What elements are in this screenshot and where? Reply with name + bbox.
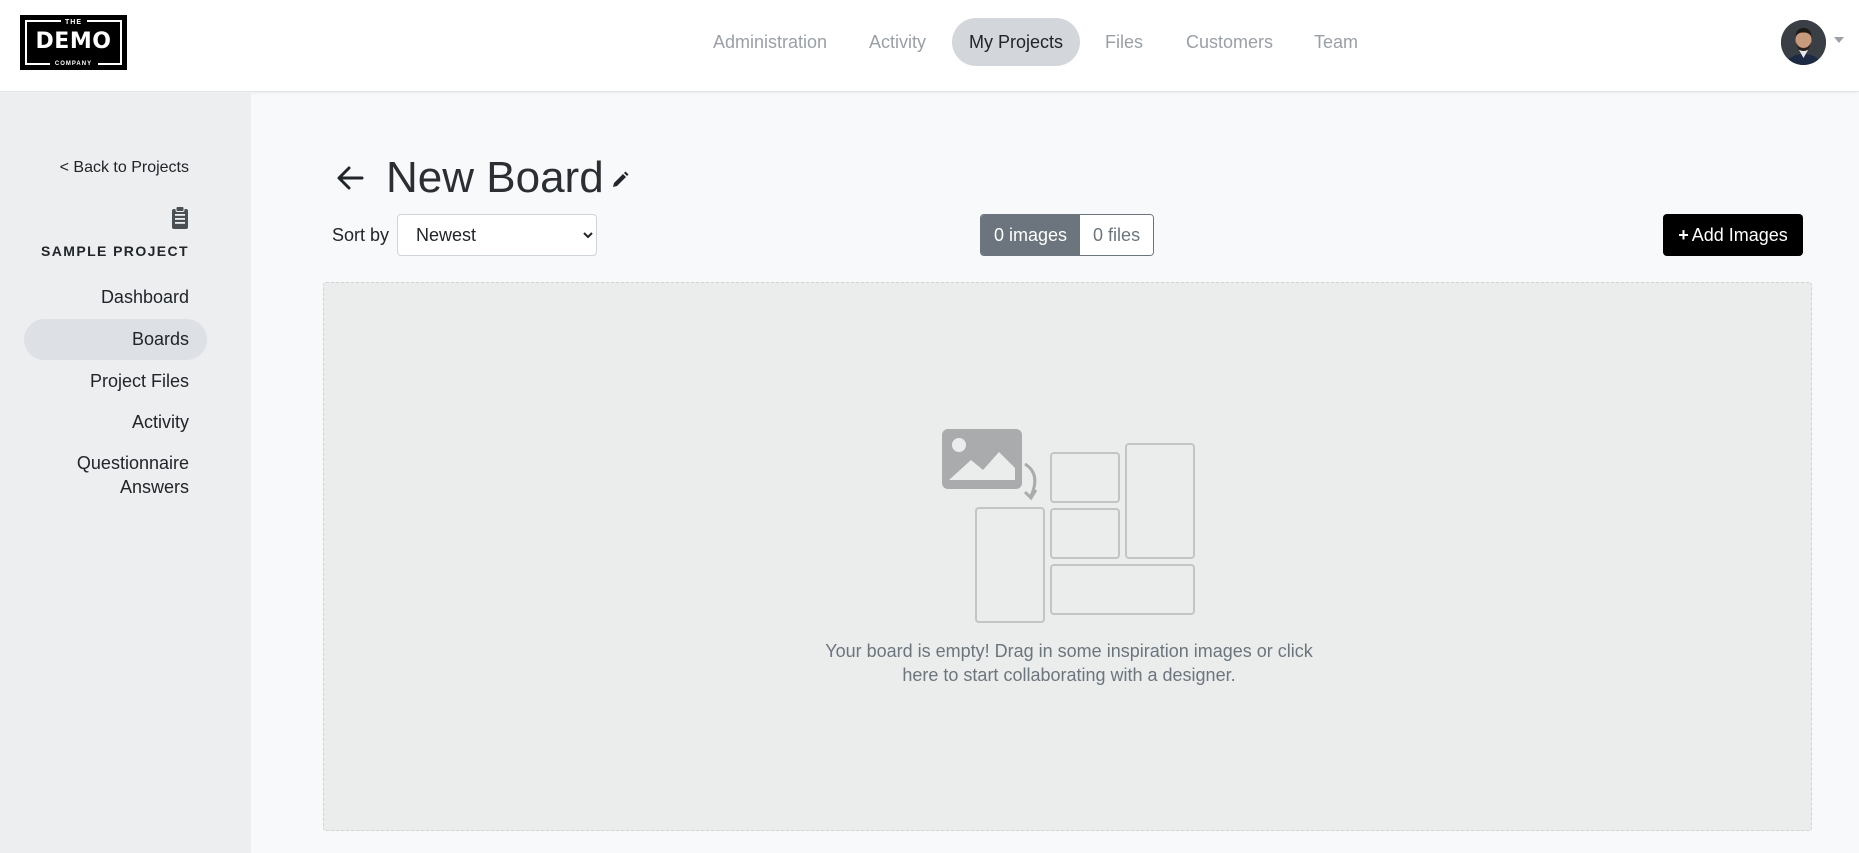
logo-text-bottom: COMPANY: [49, 61, 98, 67]
plus-icon: +: [1678, 225, 1689, 245]
sidebar-item-questionnaire-answers[interactable]: Questionnaire Answers: [24, 449, 207, 501]
chevron-down-icon[interactable]: [1834, 37, 1844, 43]
nav-team[interactable]: Team: [1297, 18, 1375, 66]
empty-board-illustration-icon: [942, 429, 1195, 623]
logo-text-main: DEMO: [35, 29, 112, 54]
nav-activity[interactable]: Activity: [852, 18, 943, 66]
back-arrow-icon[interactable]: [334, 162, 366, 194]
nav-my-projects[interactable]: My Projects: [952, 18, 1081, 66]
user-avatar[interactable]: [1781, 20, 1826, 65]
nav-customers[interactable]: Customers: [1169, 18, 1290, 66]
sidebar: < Back to Projects SAMPLE PROJECT Dashbo…: [0, 93, 251, 853]
clipboard-icon: [172, 206, 188, 229]
tab-files[interactable]: 0 files: [1080, 215, 1154, 255]
sort-select[interactable]: Newest: [397, 214, 597, 256]
sort-label: Sort by: [332, 225, 390, 245]
back-to-projects-link[interactable]: < Back to Projects: [60, 159, 189, 177]
project-name: SAMPLE PROJECT: [41, 243, 189, 259]
nav-files[interactable]: Files: [1088, 18, 1160, 66]
top-navbar: THE DEMO COMPANY Administration Activity…: [0, 0, 1859, 92]
add-images-button[interactable]: + Add Images: [1663, 214, 1803, 256]
view-toggle-group: 0 images 0 files: [980, 214, 1155, 256]
board-dropzone[interactable]: Your board is empty! Drag in some inspir…: [323, 282, 1812, 831]
sidebar-item-dashboard[interactable]: Dashboard: [24, 277, 207, 318]
nav-administration[interactable]: Administration: [696, 18, 844, 66]
sidebar-item-activity[interactable]: Activity: [24, 402, 207, 443]
board-title: New Board: [386, 153, 604, 202]
tab-images[interactable]: 0 images: [981, 215, 1081, 255]
sidebar-item-boards[interactable]: Boards: [24, 319, 207, 360]
sidebar-item-project-files[interactable]: Project Files: [24, 361, 207, 402]
logo-text-top: THE: [60, 19, 87, 26]
pencil-icon[interactable]: [611, 171, 629, 189]
add-images-label: Add Images: [1691, 225, 1788, 245]
empty-board-message[interactable]: Your board is empty! Drag in some inspir…: [814, 639, 1324, 687]
company-logo[interactable]: THE DEMO COMPANY: [20, 15, 127, 70]
